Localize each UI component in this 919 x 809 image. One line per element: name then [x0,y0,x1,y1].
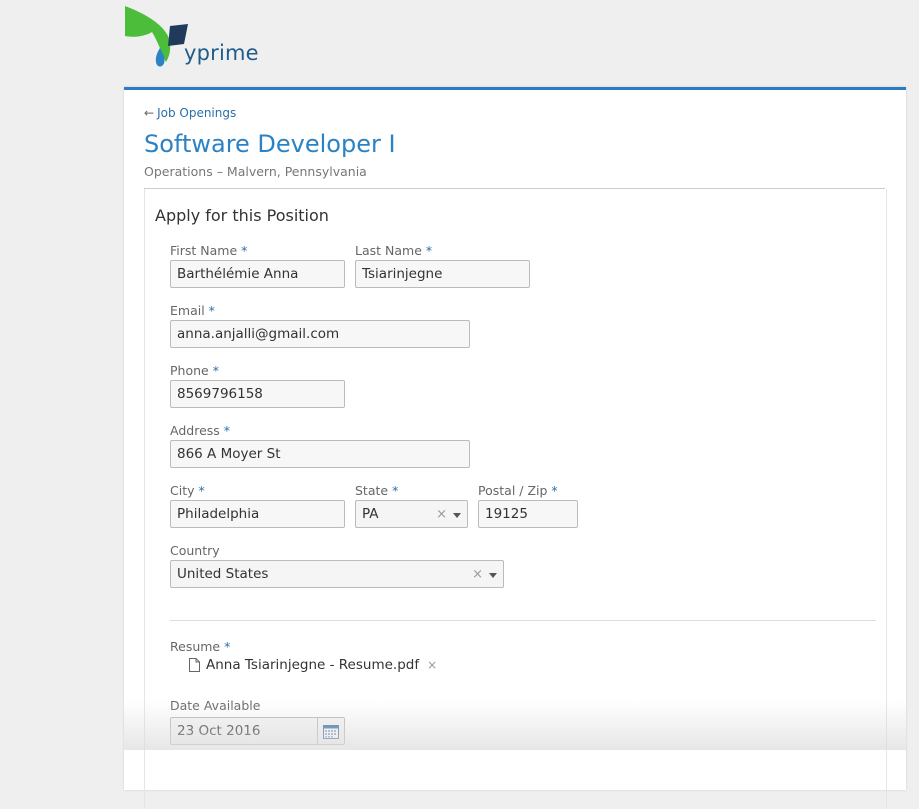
state-select[interactable]: PA × [355,500,468,528]
date-available-label: Date Available [170,698,261,713]
postal-input[interactable] [478,500,578,528]
country-label: Country [170,543,220,558]
first-name-group: First Name * [170,243,345,288]
state-value: PA [362,506,379,522]
date-available-group [170,717,345,745]
country-clear-icon[interactable]: × [472,567,483,582]
job-location: Operations – Malvern, Pennsylvania [144,164,367,179]
address-input[interactable] [170,440,470,468]
state-label: State * [355,483,399,498]
arrow-left-icon: ← [144,106,155,120]
resume-label: Resume * [170,639,231,654]
resume-file-name[interactable]: Anna Tsiarinjegne - Resume.pdf [206,657,419,673]
first-name-label: First Name * [170,243,248,258]
address-label: Address * [170,423,231,438]
first-name-input[interactable] [170,260,345,288]
section-divider [170,620,876,621]
email-label: Email * [170,303,215,318]
country-group: Country United States × [170,543,504,588]
back-to-job-openings-link[interactable]: ← Job Openings [144,106,236,120]
country-dropdown-caret-icon[interactable] [489,573,497,578]
address-group: Address * [170,423,470,468]
calendar-icon [323,724,339,739]
city-input[interactable] [170,500,345,528]
calendar-button[interactable] [317,717,345,745]
back-link-label: Job Openings [157,106,237,120]
state-dropdown-caret-icon[interactable] [453,513,461,518]
phone-label: Phone * [170,363,219,378]
date-available-input[interactable] [170,717,317,745]
remove-resume-icon[interactable]: × [427,658,437,672]
resume-file: Anna Tsiarinjegne - Resume.pdf × [189,657,437,673]
phone-group: Phone * [170,363,345,408]
email-group: Email * [170,303,470,348]
brand-name: yprime [184,41,259,65]
state-group: State * PA × [355,483,468,528]
apply-section-title: Apply for this Position [155,206,329,225]
last-name-input[interactable] [355,260,530,288]
email-input[interactable] [170,320,470,348]
last-name-label: Last Name * [355,243,433,258]
last-name-group: Last Name * [355,243,530,288]
postal-label: Postal / Zip * [478,483,558,498]
phone-input[interactable] [170,380,345,408]
country-select[interactable]: United States × [170,560,504,588]
city-group: City * [170,483,345,528]
country-value: United States [177,566,269,582]
job-title: Software Developer I [144,130,396,158]
postal-group: Postal / Zip * [478,483,578,528]
document-icon [189,658,200,672]
state-clear-icon[interactable]: × [436,507,447,522]
city-label: City * [170,483,205,498]
